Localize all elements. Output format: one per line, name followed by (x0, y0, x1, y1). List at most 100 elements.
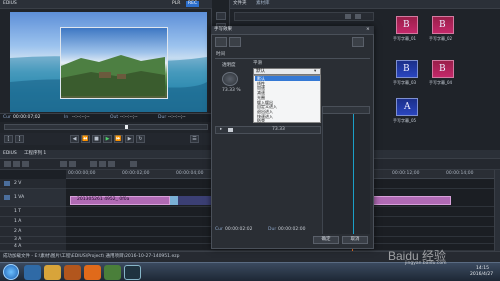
status-text: 成功加载文件 - E:\素材\图片\工程\EDIUS\Project\ 通用项目… (3, 254, 180, 259)
track-eye-icon[interactable] (4, 195, 10, 200)
dialog-close-icon[interactable]: × (366, 27, 370, 33)
ok-button[interactable]: 确定 (313, 236, 339, 244)
track-eye-icon[interactable] (4, 181, 10, 186)
prev-frame-button[interactable]: ◀ (70, 135, 79, 143)
dur-timecode: --:--:--;-- (168, 115, 186, 120)
dialog-cur-value: 00:00:02:02 (225, 227, 253, 232)
player-badge-rec[interactable]: REC (186, 1, 200, 7)
bin-item-label-5: 手写字幕_05 (393, 118, 417, 123)
tl-undo-icon[interactable] (60, 161, 67, 167)
thumb-glyph-icon: B (439, 64, 446, 74)
bin-titlebar: 文件夹 素材库 (230, 0, 500, 9)
explorer-icon[interactable] (44, 265, 61, 280)
interpolation-select[interactable]: 默认 ▾ (253, 68, 321, 75)
bin-thumbnail-4[interactable]: B (432, 60, 454, 78)
in-timecode: --:--:--;-- (72, 115, 90, 120)
player-title: EDIUS (3, 1, 17, 6)
dialog-titlebar: 手写效果 × (211, 26, 374, 35)
track-header-4a[interactable]: 4 A (0, 244, 66, 251)
play-button[interactable]: ▶ (103, 135, 112, 143)
track-name: 1 VA (14, 195, 25, 200)
transport-controls: [ ] ◀ ⏪ ■ ▶ ⏩ ▶ ↻ ☰ (0, 133, 212, 145)
dialog-cur-label: Cur (215, 227, 223, 232)
bin-item-label-2: 手写字幕_02 (429, 36, 453, 41)
stop-button[interactable]: ■ (92, 135, 101, 143)
keyframe-area[interactable] (322, 106, 370, 234)
ie-icon[interactable] (24, 265, 41, 280)
timeline-vertical-scrollbar[interactable] (494, 170, 500, 251)
bin-thumbnail-2[interactable]: B (432, 16, 454, 34)
fast-forward-button[interactable]: ⏩ (114, 135, 123, 143)
bin-thumbnail-3[interactable]: B (396, 60, 418, 78)
loop-button[interactable]: ↻ (136, 135, 145, 143)
track-header-2v[interactable]: 2 V (0, 179, 66, 189)
firefox-icon[interactable] (84, 265, 101, 280)
next-frame-button[interactable]: ▶ (125, 135, 134, 143)
thumb-glyph-icon: B (403, 64, 410, 74)
transparency-value: 73.33 % (222, 88, 241, 93)
dialog-divider (215, 58, 370, 59)
dialog-dur-label: Dur (268, 227, 277, 232)
timeline-clip[interactable]: 201305261 4952_ 0f0a (70, 196, 170, 205)
transparency-knob[interactable] (222, 72, 238, 86)
set-in-button[interactable]: [ (4, 135, 13, 143)
bin-badge: 素材库 (256, 1, 270, 6)
timeline-clip-right[interactable] (371, 196, 451, 205)
rewind-button[interactable]: ⏪ (81, 135, 90, 143)
track-name: 2 V (14, 181, 22, 186)
tl-paste-icon[interactable] (108, 161, 115, 167)
bin-thumbnail-5[interactable]: A (396, 98, 418, 116)
tl-copy-icon[interactable] (99, 161, 106, 167)
track-header-2a[interactable]: 2 A (0, 227, 66, 237)
dialog-tool-icon-1[interactable] (215, 37, 227, 47)
track-header-1t[interactable]: 1 T (0, 207, 66, 217)
dropdown-option[interactable]: 结束 (255, 118, 320, 123)
tl-save-icon[interactable] (22, 161, 29, 167)
bin-delete-icon[interactable] (355, 14, 361, 19)
dialog-tool-icon-3[interactable] (352, 37, 364, 47)
player-scrub-bar[interactable] (4, 124, 208, 130)
set-out-button[interactable]: ] (15, 135, 24, 143)
start-button-icon[interactable] (3, 264, 19, 280)
bin-view-icon[interactable] (345, 14, 351, 19)
media-player-icon[interactable] (64, 265, 81, 280)
track-value: 73.33 (272, 127, 285, 132)
keyframe-header (322, 106, 370, 114)
tl-render-icon[interactable] (130, 161, 137, 167)
player-timecode-bar: Cur 00:00:07;02 In --:--:--;-- Out --:--… (0, 113, 212, 122)
track-header-3a[interactable]: 3 A (0, 237, 66, 244)
player-badge-plr[interactable]: PLR (172, 1, 180, 7)
baidu-watermark-url: jingyan.baidu.com (405, 261, 447, 266)
track-name: 2 A (14, 229, 22, 234)
tl-cut-icon[interactable] (90, 161, 97, 167)
out-label: Out (110, 115, 119, 120)
thumb-glyph-icon: B (403, 20, 410, 30)
overlay-picture-in-picture[interactable] (60, 27, 168, 99)
strip-button-1[interactable] (216, 12, 226, 20)
track-name: 3 A (14, 237, 22, 242)
track-header-1va[interactable]: 1 VA (0, 189, 66, 207)
edius-taskbar-icon[interactable] (124, 265, 141, 280)
cancel-button[interactable]: 取消 (342, 236, 368, 244)
expand-icon[interactable]: ▸ (220, 127, 222, 133)
tl-redo-icon[interactable] (69, 161, 76, 167)
timeline-project-name: 工程序列 1 (24, 151, 47, 156)
ruler-tick: 00:00:04;00 (176, 171, 204, 176)
keyframe-track-row[interactable]: ▸ 73.33 (215, 126, 321, 134)
thumb-glyph-icon: A (404, 102, 411, 112)
smooth-label: 平滑 (253, 61, 262, 66)
track-name: 4 A (14, 244, 22, 249)
bin-thumbnail-1[interactable]: B (396, 16, 418, 34)
checkbox[interactable] (228, 128, 233, 132)
transition-marker[interactable] (170, 196, 178, 205)
scrub-handle[interactable] (125, 125, 128, 129)
keyframe-cursor (353, 106, 354, 234)
tl-open-icon[interactable] (13, 161, 20, 167)
ruler-tick: 00:00:12;00 (392, 171, 420, 176)
player-menu-button[interactable]: ☰ (190, 135, 199, 143)
dialog-title: 手写效果 (214, 27, 232, 32)
track-header-1a[interactable]: 1 A (0, 217, 66, 227)
app-icon[interactable] (104, 265, 121, 280)
tl-new-icon[interactable] (4, 161, 11, 167)
dialog-tool-icon-2[interactable] (229, 37, 241, 47)
